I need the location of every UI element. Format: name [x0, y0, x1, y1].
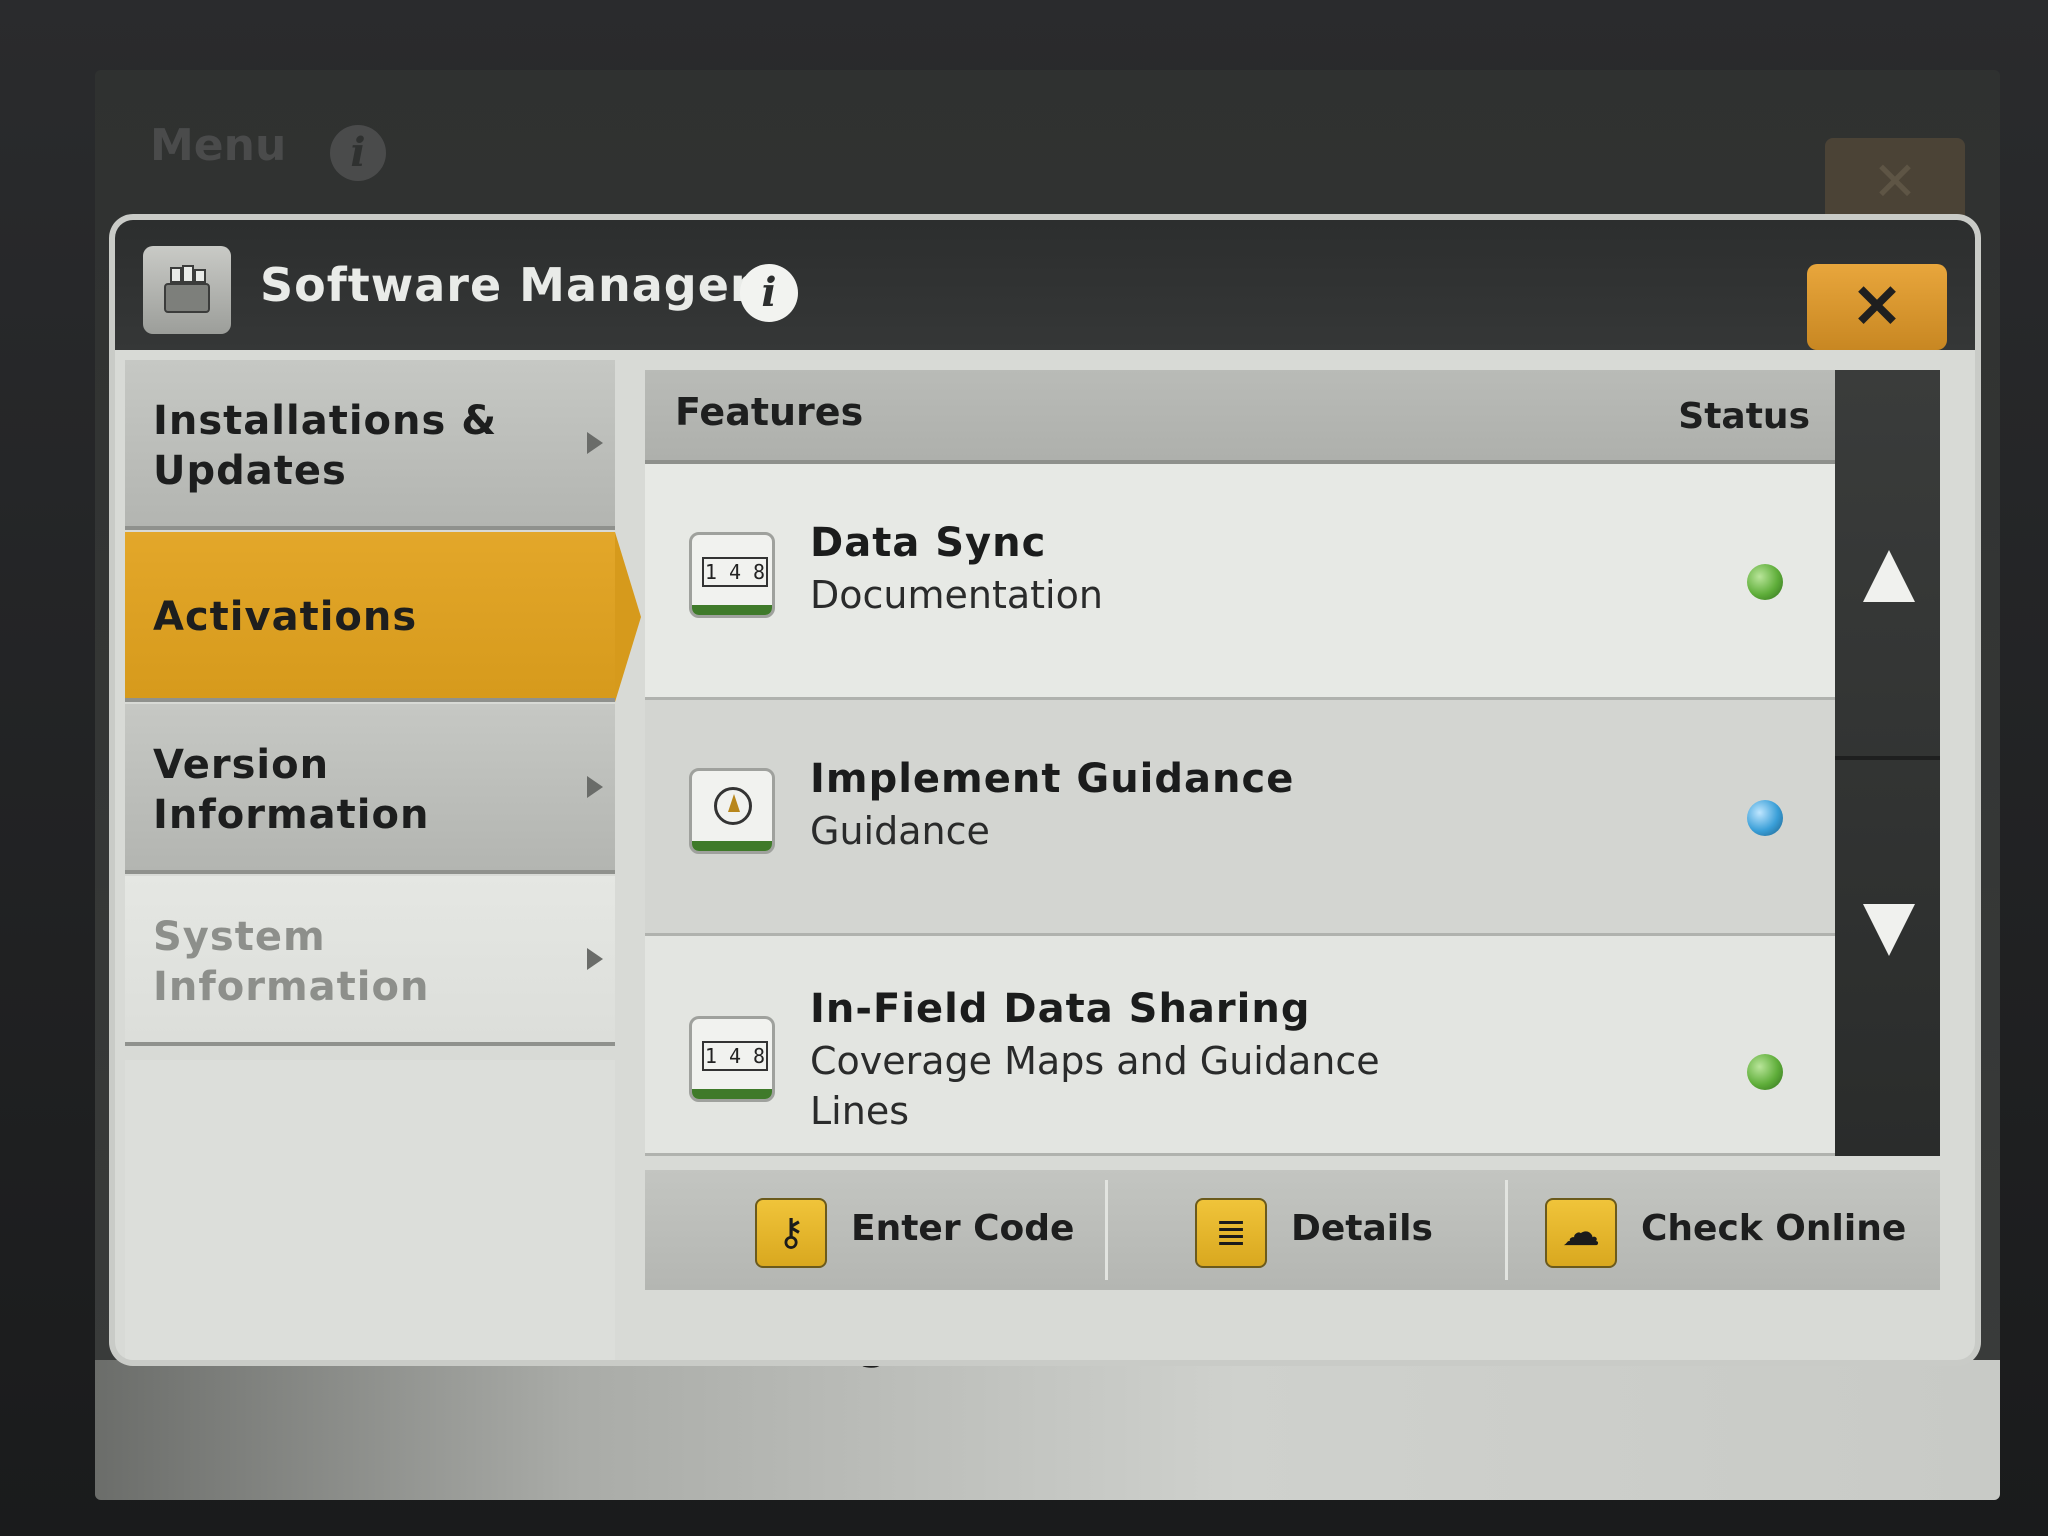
sidebar-nav: Installations & Updates Activations Vers… [125, 360, 641, 1360]
enter-code-label: Enter Code [851, 1208, 1075, 1249]
close-button[interactable]: ✕ [1807, 264, 1947, 350]
details-label: Details [1291, 1208, 1433, 1249]
cloud-download-icon: ☁ [1545, 1198, 1617, 1268]
enter-code-button[interactable]: ⚷ Enter Code [755, 1170, 1085, 1290]
chevron-right-icon [587, 776, 603, 798]
software-manager-icon [143, 246, 231, 334]
background-settings-area [95, 1360, 2000, 1500]
action-bar: ⚷ Enter Code ≣ Details ☁ Check Online [645, 1170, 1940, 1290]
feature-name: Data Sync [810, 520, 1047, 566]
software-manager-dialog: Software Manager i ✕ Installations & Upd… [115, 220, 1975, 1360]
sidebar-item-label: Activations [153, 594, 418, 640]
feature-category: Coverage Maps and Guidance Lines [810, 1039, 1380, 1133]
feature-name: Implement Guidance [810, 756, 1295, 802]
compass-ring [714, 787, 752, 825]
sidebar-item-label: Version Information [153, 742, 430, 838]
counter-digits: 1 4 8 [702, 1041, 768, 1071]
scrollbar[interactable] [1835, 370, 1940, 1156]
icon-green-bar [692, 841, 772, 851]
check-online-label: Check Online [1641, 1208, 1907, 1249]
icon-green-bar [692, 605, 772, 615]
arrow-up-icon [1863, 550, 1915, 602]
column-header-features: Features [675, 390, 864, 434]
chevron-right-icon [587, 432, 603, 454]
details-button[interactable]: ≣ Details [1195, 1170, 1455, 1290]
features-panel: Features Status 1 4 8 Data Sync Document… [645, 370, 1945, 1290]
column-header-status: Status [1678, 396, 1810, 437]
background-info-icon: i [330, 125, 386, 181]
status-indicator-blue [1747, 800, 1783, 836]
counter-icon: 1 4 8 [689, 532, 775, 618]
dialog-title: Software Manager [260, 258, 754, 312]
feature-category: Guidance [810, 809, 990, 853]
feature-name: In-Field Data Sharing [810, 986, 1311, 1032]
info-icon[interactable]: i [740, 264, 798, 322]
icon-green-bar [692, 1089, 772, 1099]
screen: Menu i ✕ Settings Software Manager i ✕ I… [95, 70, 2000, 1500]
sidebar-item-system-information[interactable]: System Information [125, 876, 615, 1046]
document-icon: ≣ [1195, 1198, 1267, 1268]
check-online-button[interactable]: ☁ Check Online [1545, 1170, 1915, 1290]
compass-icon [689, 768, 775, 854]
key-icon: ⚷ [755, 1198, 827, 1268]
sidebar-item-installations-updates[interactable]: Installations & Updates [125, 360, 615, 530]
sidebar-item-version-information[interactable]: Version Information [125, 704, 615, 874]
counter-icon: 1 4 8 [689, 1016, 775, 1102]
feature-row-data-sync[interactable]: 1 4 8 Data Sync Documentation [645, 464, 1835, 700]
arrow-down-icon [1863, 904, 1915, 956]
dialog-titlebar: Software Manager i ✕ [115, 220, 1975, 350]
list-header: Features Status [645, 370, 1835, 464]
background-close-icon: ✕ [1825, 138, 1965, 226]
status-indicator-green [1747, 1054, 1783, 1090]
feature-category: Documentation [810, 573, 1103, 617]
status-indicator-green [1747, 564, 1783, 600]
divider [1505, 1180, 1508, 1280]
chevron-right-icon [587, 948, 603, 970]
feature-row-in-field-data-sharing[interactable]: 1 4 8 In-Field Data Sharing Coverage Map… [645, 936, 1835, 1156]
scroll-up-button[interactable] [1835, 370, 1940, 760]
feature-row-implement-guidance[interactable]: Implement Guidance Guidance [645, 700, 1835, 936]
sidebar-empty-area [125, 1060, 615, 1360]
sidebar-item-label: System Information [153, 914, 430, 1010]
scroll-down-button[interactable] [1835, 764, 1940, 1154]
divider [1105, 1180, 1108, 1280]
sidebar-item-label: Installations & Updates [153, 398, 498, 494]
sidebar-item-activations[interactable]: Activations [125, 532, 641, 702]
background-menu-title: Menu [150, 120, 287, 171]
counter-digits: 1 4 8 [702, 557, 768, 587]
